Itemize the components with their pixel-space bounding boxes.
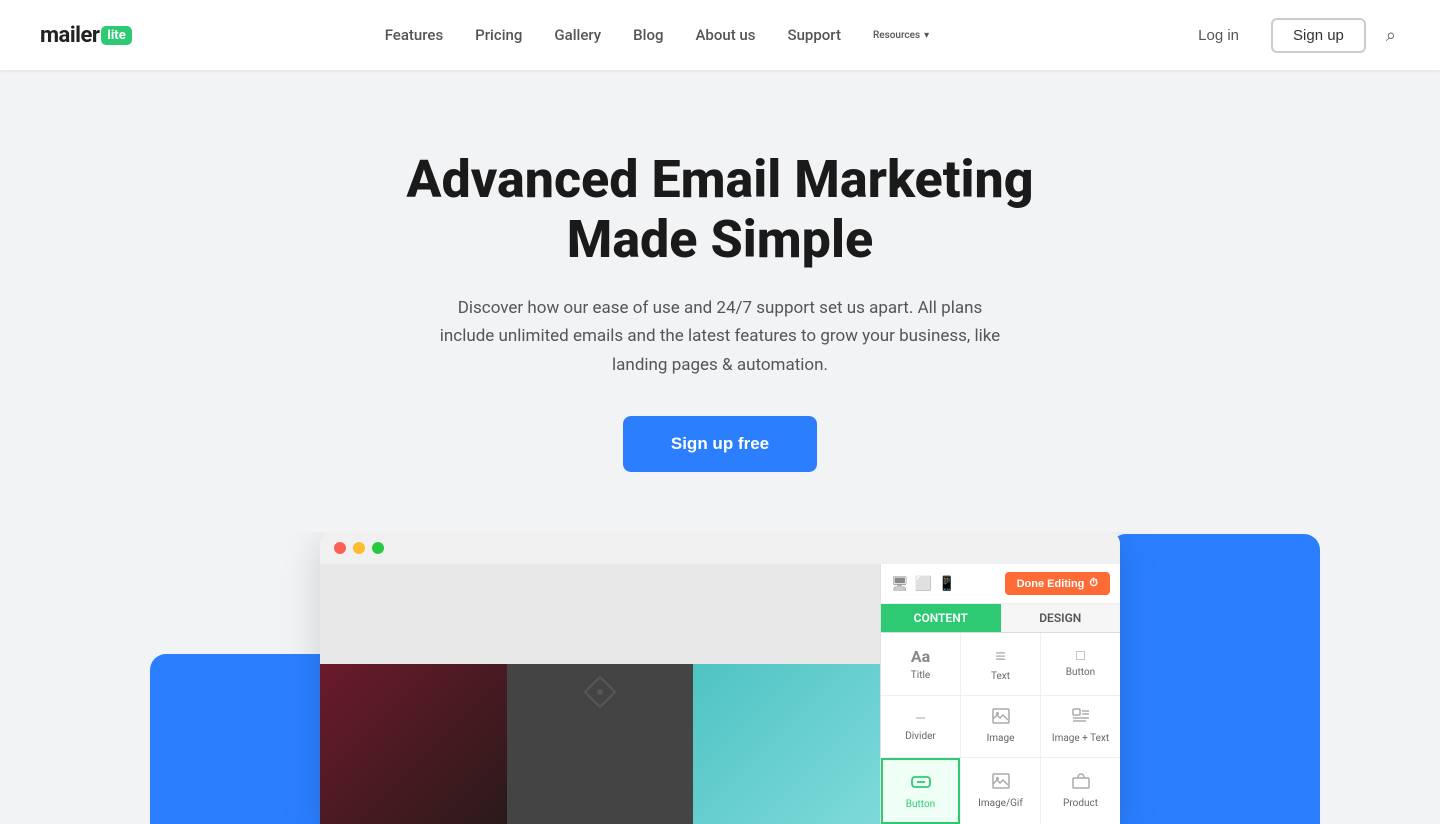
nav-features[interactable]: Features <box>385 26 443 44</box>
hero-headline: Advanced Email Marketing Made Simple <box>370 150 1070 270</box>
image-icon <box>992 708 1010 729</box>
nav-links: Features Pricing Gallery Blog About us S… <box>385 26 930 44</box>
done-editing-button[interactable]: Done Editing ⏱ <box>1005 572 1110 595</box>
image-placeholder-1 <box>320 664 507 824</box>
hero-subtext: Discover how our ease of use and 24/7 su… <box>430 294 1010 381</box>
block-text[interactable]: ≡ Text <box>961 633 1040 694</box>
window-close-dot <box>334 542 346 554</box>
navbar: mailer lite Features Pricing Gallery Blo… <box>0 0 1440 70</box>
image-text-icon <box>1072 708 1090 729</box>
nav-resources-label: Resources <box>873 30 920 41</box>
panel-tabs: CONTENT DESIGN <box>881 604 1120 633</box>
nav-blog[interactable]: Blog <box>633 26 663 44</box>
block-image-gif[interactable]: Image/Gif <box>961 758 1040 824</box>
desktop-icon[interactable]: 🖥 <box>891 576 909 592</box>
compass-icon <box>580 672 620 712</box>
block-divider[interactable]: — Divider <box>881 696 960 757</box>
mobile-icon[interactable]: 📱 <box>938 576 955 592</box>
block-button-selected-label: Button <box>906 799 935 810</box>
block-image[interactable]: Image <box>961 696 1040 757</box>
logo[interactable]: mailer lite <box>40 23 132 48</box>
block-image-label: Image <box>987 733 1015 744</box>
logo-mailer-text: mailer <box>40 23 99 48</box>
tablet-icon[interactable]: ⬜ <box>915 576 932 592</box>
editor-panel: 🖥 ⬜ 📱 Done Editing ⏱ CONTENT DESIGN <box>880 564 1120 824</box>
content-blocks-grid: Aa Title ≡ Text ☐ Button — <box>881 633 1120 824</box>
block-divider-label: Divider <box>905 731 936 742</box>
image-gif-icon <box>992 773 1010 794</box>
nav-about[interactable]: About us <box>695 26 755 44</box>
deco-right-blue <box>1110 534 1320 824</box>
hero-headline-line2: Made Simple <box>567 209 873 270</box>
nav-actions: Log in Sign up ⌕ <box>1182 18 1400 53</box>
window-maximize-dot <box>372 542 384 554</box>
block-button[interactable]: ☐ Button <box>1041 633 1120 694</box>
window-minimize-dot <box>353 542 365 554</box>
timer-icon: ⏱ <box>1089 577 1098 590</box>
logo-lite-badge: lite <box>101 26 131 45</box>
cta-button[interactable]: Sign up free <box>623 416 817 472</box>
tab-content[interactable]: CONTENT <box>881 604 1001 632</box>
chevron-down-icon: ▾ <box>924 30 929 41</box>
block-title-label: Title <box>911 670 930 681</box>
block-button-label: Button <box>1066 667 1095 678</box>
block-text-label: Text <box>991 671 1010 682</box>
panel-header: 🖥 ⬜ 📱 Done Editing ⏱ <box>881 564 1120 604</box>
hero-section: Advanced Email Marketing Made Simple Dis… <box>0 70 1440 824</box>
hero-headline-line1: Advanced Email Marketing <box>406 149 1033 210</box>
nav-gallery[interactable]: Gallery <box>554 26 601 44</box>
tab-design[interactable]: DESIGN <box>1001 604 1121 632</box>
button-icon: ☐ <box>1075 649 1086 663</box>
done-editing-label: Done Editing <box>1017 578 1085 590</box>
nav-support[interactable]: Support <box>787 26 840 44</box>
button-selected-icon <box>910 773 932 795</box>
divider-icon: — <box>915 711 926 727</box>
panel-view-icons: 🖥 ⬜ 📱 <box>891 576 956 592</box>
block-image-text-label: Image + Text <box>1052 733 1109 744</box>
canvas-area <box>320 564 880 824</box>
product-icon <box>1072 773 1090 794</box>
block-image-text[interactable]: Image + Text <box>1041 696 1120 757</box>
block-title[interactable]: Aa Title <box>881 633 960 694</box>
title-icon: Aa <box>911 647 930 666</box>
signup-button[interactable]: Sign up <box>1271 18 1366 53</box>
nav-pricing[interactable]: Pricing <box>475 26 522 44</box>
block-button-selected[interactable]: Button <box>881 758 960 824</box>
login-button[interactable]: Log in <box>1182 19 1255 52</box>
browser-mockup: 🖥 ⬜ 📱 Done Editing ⏱ CONTENT DESIGN <box>320 532 1120 824</box>
image-placeholder-3 <box>693 664 880 824</box>
browser-bar <box>320 532 1120 564</box>
nav-resources-dropdown[interactable]: Resources ▾ <box>873 30 929 41</box>
block-product[interactable]: Product <box>1041 758 1120 824</box>
text-icon: ≡ <box>995 646 1006 667</box>
search-icon[interactable]: ⌕ <box>1382 21 1400 50</box>
hero-illustration: 🖥 ⬜ 📱 Done Editing ⏱ CONTENT DESIGN <box>20 532 1420 824</box>
browser-content: 🖥 ⬜ 📱 Done Editing ⏱ CONTENT DESIGN <box>320 564 1120 824</box>
